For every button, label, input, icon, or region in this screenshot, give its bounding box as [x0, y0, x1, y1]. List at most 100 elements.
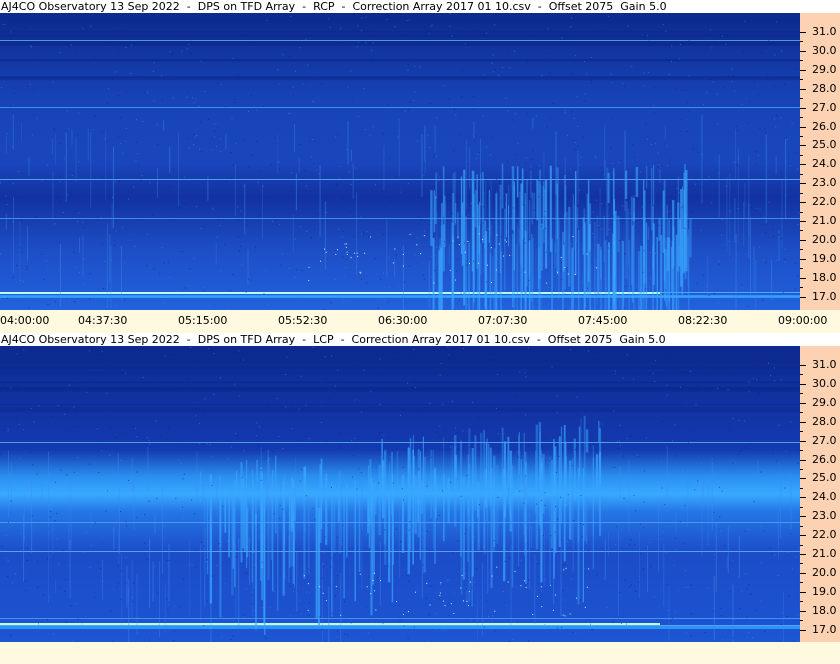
noise-speckle	[305, 495, 307, 497]
noise-speckle	[483, 74, 485, 76]
dot-marker	[320, 260, 322, 262]
noise-speckle	[537, 562, 539, 564]
y-tick-label: 19.0	[812, 584, 837, 598]
noise-speckle	[278, 161, 280, 163]
noise-speckle	[331, 557, 333, 559]
noise-speckle	[613, 372, 615, 374]
burst-streak	[658, 217, 661, 241]
noise-speckle	[697, 151, 699, 153]
noise-speckle	[137, 153, 139, 155]
rcp-title: AJ4CO Observatory 13 Sep 2022 - DPS on T…	[0, 0, 840, 13]
noise-speckle	[491, 621, 493, 623]
noise-speckle	[166, 598, 168, 600]
burst-streak	[563, 424, 566, 562]
y-minor-tick	[800, 79, 803, 81]
y-tick	[800, 402, 806, 404]
noise-speckle	[570, 168, 572, 170]
noise-speckle	[562, 564, 564, 566]
noise-speckle	[95, 371, 97, 373]
noise-speckle	[337, 369, 339, 371]
noise-speckle	[116, 586, 118, 588]
noise-speckle	[551, 366, 553, 368]
noise-speckle	[70, 44, 72, 46]
noise-speckle	[718, 260, 720, 262]
noise-speckle	[426, 409, 428, 411]
faint-streak	[105, 131, 107, 200]
noise-speckle	[265, 270, 267, 272]
noise-speckle	[363, 369, 365, 371]
noise-speckle	[732, 559, 734, 561]
noise-speckle	[797, 462, 799, 464]
noise-speckle	[413, 99, 415, 101]
noise-speckle	[492, 499, 494, 501]
dot-marker	[498, 243, 500, 245]
noise-speckle	[232, 529, 234, 531]
noise-speckle	[159, 273, 161, 275]
faint-streak	[68, 480, 70, 551]
noise-speckle	[342, 524, 344, 526]
noise-speckle	[389, 200, 391, 202]
noise-speckle	[753, 346, 755, 348]
noise-speckle	[271, 107, 273, 109]
burst-streak	[331, 482, 333, 617]
noise-speckle	[130, 44, 132, 46]
burst-streak	[665, 237, 667, 304]
noise-speckle	[490, 135, 492, 137]
burst-streak	[442, 224, 445, 272]
noise-speckle	[324, 551, 326, 553]
noise-speckle	[736, 125, 738, 127]
noise-speckle	[276, 143, 278, 145]
noise-speckle	[418, 410, 420, 412]
noise-speckle	[37, 586, 39, 588]
noise-speckle	[59, 175, 61, 177]
noise-speckle	[313, 162, 315, 164]
noise-speckle	[630, 539, 632, 541]
noise-speckle	[694, 189, 696, 191]
noise-speckle	[10, 105, 12, 107]
noise-speckle	[310, 156, 312, 158]
noise-speckle	[396, 254, 398, 256]
noise-speckle	[182, 478, 184, 480]
noise-speckle	[251, 603, 253, 605]
noise-speckle	[556, 395, 558, 397]
burst-streak	[487, 443, 490, 491]
burst-streak	[564, 456, 568, 483]
noise-speckle	[514, 113, 516, 115]
noise-speckle	[73, 426, 75, 428]
burst-streak	[407, 448, 410, 575]
noise-speckle	[564, 564, 566, 566]
noise-speckle	[601, 423, 603, 425]
interference-line	[0, 625, 800, 626]
dot-marker	[460, 587, 462, 589]
noise-speckle	[532, 472, 534, 474]
burst-streak	[451, 445, 453, 481]
noise-speckle	[690, 613, 692, 615]
noise-speckle	[313, 228, 315, 230]
noise-speckle	[646, 35, 648, 37]
noise-speckle	[220, 84, 222, 86]
faint-streak	[11, 463, 13, 499]
noise-speckle	[227, 309, 229, 311]
noise-speckle	[272, 363, 274, 365]
dot-marker	[346, 253, 348, 255]
burst-streak	[460, 475, 463, 595]
rcp-frequency-axis: 31.0 30.0 29.0 28.0 27.0 26.0 25.0 24.0 23.0 22.0…	[800, 13, 840, 310]
faint-streak	[518, 227, 520, 243]
faint-streak	[564, 157, 566, 215]
noise-speckle	[427, 134, 429, 136]
noise-speckle	[773, 118, 775, 120]
noise-speckle	[308, 140, 310, 142]
noise-speckle	[465, 572, 467, 574]
noise-speckle	[453, 108, 455, 110]
faint-streak	[594, 257, 596, 326]
burst-streak	[308, 505, 310, 575]
noise-speckle	[725, 43, 727, 45]
dot-marker	[467, 605, 469, 607]
noise-speckle	[710, 78, 712, 80]
noise-speckle	[252, 594, 254, 596]
noise-speckle	[82, 28, 84, 30]
faint-streak	[361, 481, 363, 531]
noise-speckle	[525, 505, 527, 507]
noise-speckle	[577, 125, 579, 127]
noise-speckle	[73, 471, 75, 473]
